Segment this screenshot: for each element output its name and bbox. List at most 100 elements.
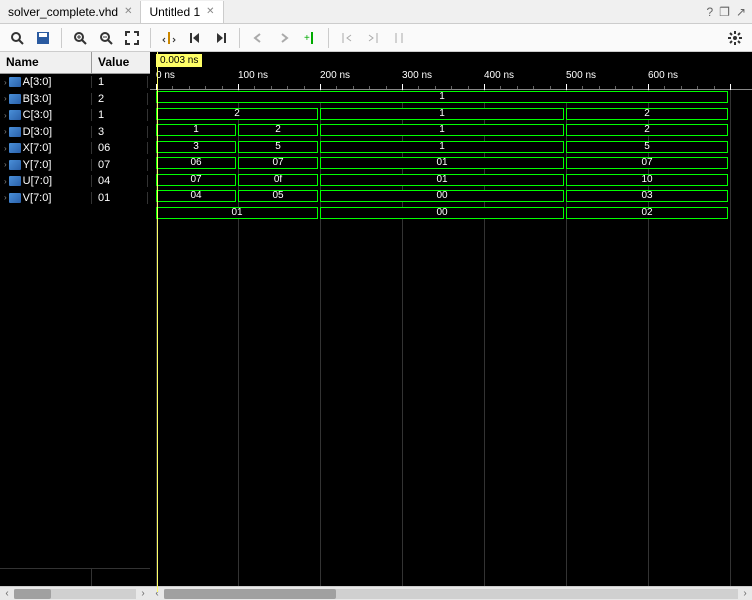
zoom-out-icon[interactable] <box>95 27 117 49</box>
zoom-in-icon[interactable] <box>69 27 91 49</box>
bus-icon <box>9 127 21 137</box>
signal-row[interactable]: ›X[7:0]06 <box>0 140 150 157</box>
bus-segment: 1 <box>320 124 564 136</box>
signal-value: 1 <box>92 109 148 121</box>
tabbar: solver_complete.vhd ✕ Untitled 1 ✕ ? ❐ ↗ <box>0 0 752 24</box>
wave-row: 1 <box>150 90 752 104</box>
help-icon[interactable]: ? <box>706 5 713 19</box>
toolbar: + <box>0 24 752 52</box>
bus-segment: 01 <box>320 174 564 186</box>
search-icon[interactable] <box>6 27 28 49</box>
prev-edge-icon[interactable] <box>247 27 269 49</box>
signal-row[interactable]: ›V[7:0]01 <box>0 190 150 207</box>
scroll-track[interactable] <box>14 589 136 599</box>
next-marker-icon[interactable] <box>362 27 384 49</box>
bus-icon <box>9 77 21 87</box>
bus-segment: 00 <box>320 207 564 219</box>
separator <box>61 28 62 48</box>
signal-row[interactable]: ›D[3:0]3 <box>0 124 150 141</box>
bus-segment: 5 <box>566 141 728 153</box>
chevron-right-icon[interactable]: › <box>4 193 7 202</box>
signal-name: ›V[7:0] <box>0 192 92 204</box>
bus-segment: 05 <box>238 190 318 202</box>
swap-marker-icon[interactable] <box>388 27 410 49</box>
time-ruler[interactable]: 0 ns100 ns200 ns300 ns400 ns500 ns600 ns <box>150 68 752 90</box>
tab-untitled-1[interactable]: Untitled 1 ✕ <box>141 1 223 23</box>
scroll-right-icon[interactable]: › <box>136 588 150 599</box>
ruler-tick: 100 ns <box>238 70 268 81</box>
popout-icon[interactable]: ↗ <box>736 5 746 19</box>
scroll-thumb[interactable] <box>164 589 336 599</box>
bus-segment: 2 <box>566 108 728 120</box>
chevron-right-icon[interactable]: › <box>4 160 7 169</box>
add-marker-icon[interactable]: + <box>299 27 321 49</box>
restore-icon[interactable]: ❐ <box>719 5 730 19</box>
bus-segment: 07 <box>566 157 728 169</box>
signal-row[interactable]: ›A[3:0]1 <box>0 74 150 91</box>
signal-name: ›U[7:0] <box>0 175 92 187</box>
signal-name: ›X[7:0] <box>0 142 92 154</box>
cursor-time-label: 0.003 ns <box>156 54 202 67</box>
tab-solver-complete[interactable]: solver_complete.vhd ✕ <box>0 1 141 23</box>
waveform-panel[interactable]: 0.003 ns 0 ns100 ns200 ns300 ns400 ns500… <box>150 52 752 592</box>
column-value-header[interactable]: Value <box>92 52 148 73</box>
cursor-line[interactable] <box>157 52 158 592</box>
signals-list: ›A[3:0]1›B[3:0]2›C[3:0]1›D[3:0]3›X[7:0]0… <box>0 74 150 568</box>
close-icon[interactable]: ✕ <box>124 6 132 17</box>
bus-icon <box>9 143 21 153</box>
chevron-right-icon[interactable]: › <box>4 94 7 103</box>
bus-segment: 5 <box>238 141 318 153</box>
bus-segment: 01 <box>320 157 564 169</box>
scroll-left-icon[interactable]: ‹ <box>0 588 14 599</box>
ruler-tick: 600 ns <box>648 70 678 81</box>
chevron-right-icon[interactable]: › <box>4 127 7 136</box>
signal-row[interactable]: ›C[3:0]1 <box>0 107 150 124</box>
signal-value: 3 <box>92 126 148 138</box>
scroll-thumb[interactable] <box>14 589 51 599</box>
wave-hscroll[interactable]: ‹ › <box>150 586 752 600</box>
bus-segment: 1 <box>320 141 564 153</box>
signal-row[interactable]: ›Y[7:0]07 <box>0 157 150 174</box>
goto-cursor-icon[interactable] <box>158 27 180 49</box>
chevron-right-icon[interactable]: › <box>4 144 7 153</box>
waveform-body[interactable]: 12121212351506070107070f0110040500030100… <box>150 90 752 592</box>
bus-segment: 1 <box>156 91 728 103</box>
next-edge-icon[interactable] <box>273 27 295 49</box>
wave-row: 212 <box>150 107 752 121</box>
ruler-tick: 0 ns <box>156 70 175 81</box>
ruler-tick: 200 ns <box>320 70 350 81</box>
chevron-right-icon[interactable]: › <box>4 177 7 186</box>
save-icon[interactable] <box>32 27 54 49</box>
chevron-right-icon[interactable]: › <box>4 78 7 87</box>
separator <box>150 28 151 48</box>
signal-row[interactable]: ›U[7:0]04 <box>0 173 150 190</box>
bus-segment: 02 <box>566 207 728 219</box>
bus-segment: 03 <box>566 190 728 202</box>
bus-segment: 2 <box>566 124 728 136</box>
svg-text:+: + <box>304 33 310 44</box>
separator <box>328 28 329 48</box>
signal-name: ›A[3:0] <box>0 76 92 88</box>
scroll-right-icon[interactable]: › <box>738 588 752 599</box>
go-first-icon[interactable] <box>184 27 206 49</box>
bus-segment: 07 <box>238 157 318 169</box>
signal-value: 2 <box>92 93 148 105</box>
wave-row: 3515 <box>150 140 752 154</box>
close-icon[interactable]: ✕ <box>206 6 214 17</box>
bus-icon <box>9 193 21 203</box>
window-controls: ? ❐ ↗ <box>706 5 752 19</box>
scroll-track[interactable] <box>164 589 738 599</box>
column-name-header[interactable]: Name <box>0 52 92 73</box>
signal-row[interactable]: ›B[3:0]2 <box>0 91 150 108</box>
bus-segment: 07 <box>156 174 236 186</box>
signals-hscroll[interactable]: ‹ › <box>0 586 150 600</box>
signal-name: ›D[3:0] <box>0 126 92 138</box>
wave-row: 06070107 <box>150 156 752 170</box>
settings-icon[interactable] <box>724 27 746 49</box>
go-last-icon[interactable] <box>210 27 232 49</box>
prev-marker-icon[interactable] <box>336 27 358 49</box>
chevron-right-icon[interactable]: › <box>4 111 7 120</box>
ruler-tick: 400 ns <box>484 70 514 81</box>
zoom-fit-icon[interactable] <box>121 27 143 49</box>
signal-value: 04 <box>92 175 148 187</box>
